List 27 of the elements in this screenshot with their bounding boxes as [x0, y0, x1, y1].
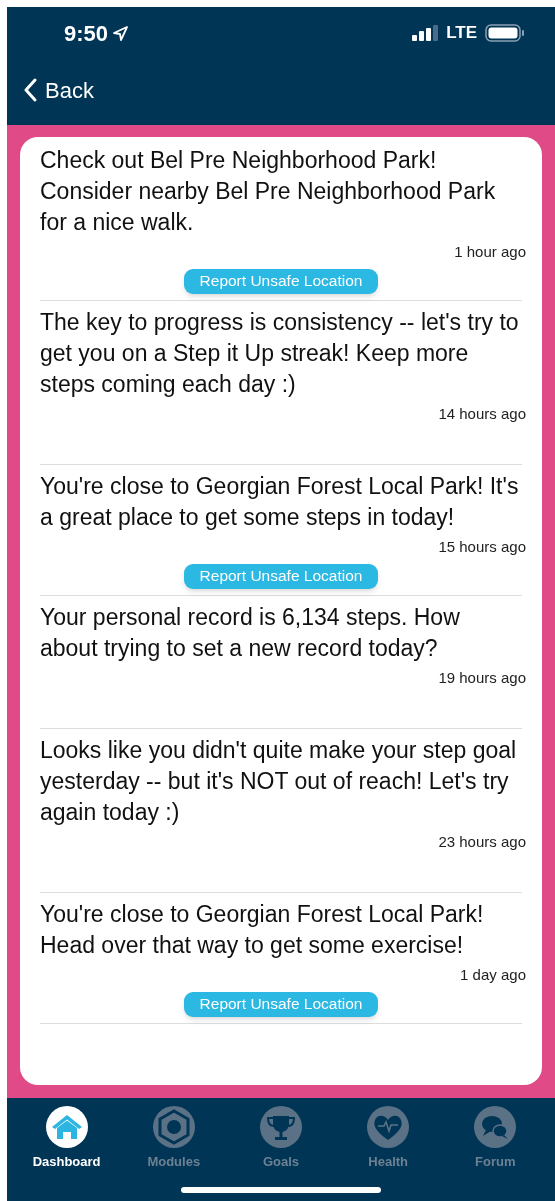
- message-text: The key to progress is consistency -- let's try to get you on a Step it Up streak! Keep more steps coming each day :): [40, 308, 520, 399]
- location-arrow-icon: [112, 24, 130, 42]
- message-time: 15 hours ago: [438, 537, 526, 557]
- message-text: Looks like you didn't quite make your step goal yesterday -- but it's NOT out of reach! Let's try again today :): [40, 736, 518, 827]
- tab[interactable]: Modules: [128, 1106, 219, 1172]
- chevron-left-icon: [23, 78, 37, 102]
- signal-icon: [412, 25, 439, 41]
- message-time: 1 day ago: [460, 965, 526, 985]
- message-text: Your personal record is 6,134 steps. How about trying to set a new record today?: [40, 603, 461, 663]
- message-time: 23 hours ago: [438, 832, 526, 852]
- message-time: 14 hours ago: [438, 404, 526, 424]
- status-time: 9:50: [64, 19, 109, 48]
- network-label: LTE: [446, 22, 477, 45]
- message-text: Check out Bel Pre Neighborhood Park! Consider nearby Bel Pre Neighborhood Park for a nice walk.: [40, 146, 497, 237]
- report-button[interactable]: Report Unsafe Location: [183, 268, 379, 294]
- tab[interactable]: Health: [343, 1106, 434, 1172]
- back-button[interactable]: Back: [23, 73, 94, 107]
- report-button[interactable]: Report Unsafe Location: [183, 991, 379, 1017]
- message-text: You're close to Georgian Forest Local Park! It's a great place to get some steps in today!: [40, 472, 520, 532]
- tab[interactable]: Dashboard: [21, 1106, 112, 1172]
- message-time: 19 hours ago: [438, 668, 526, 688]
- message-text: You're close to Georgian Forest Local Park! Head over that way to get some exercise!: [40, 900, 485, 960]
- report-button[interactable]: Report Unsafe Location: [183, 563, 379, 589]
- tab[interactable]: Goals: [235, 1106, 326, 1172]
- battery-icon: [485, 24, 525, 42]
- message-time: 1 hour ago: [454, 242, 526, 262]
- tab[interactable]: Forum: [450, 1106, 541, 1172]
